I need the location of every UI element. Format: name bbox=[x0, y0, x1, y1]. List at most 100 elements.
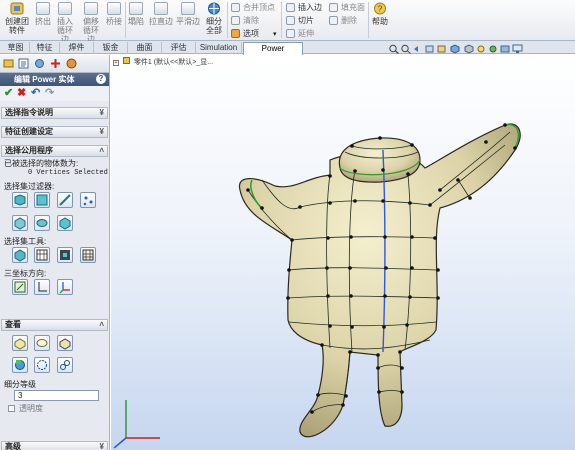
select-all-button[interactable] bbox=[80, 247, 96, 263]
select-grow-button[interactable] bbox=[12, 247, 28, 263]
extrude-button[interactable]: 挤出 bbox=[35, 2, 51, 26]
filter-label: 选择集过滤器: bbox=[4, 182, 55, 191]
transparency-checkbox[interactable] bbox=[8, 405, 15, 412]
view-mesh-b-button[interactable] bbox=[34, 357, 50, 373]
selected-count-value: 0 Vertices Selected bbox=[28, 169, 108, 177]
tab-surfaces[interactable]: 曲面 bbox=[128, 42, 162, 54]
cube-icon bbox=[14, 249, 26, 262]
previous-view-icon[interactable] bbox=[412, 44, 424, 54]
filter-face-button[interactable] bbox=[12, 192, 28, 208]
dimxpert-icon[interactable] bbox=[50, 58, 61, 69]
filter-edge-button[interactable] bbox=[57, 192, 73, 208]
help-button[interactable]: ? 帮助 bbox=[372, 2, 388, 26]
tab-sketch[interactable]: 草图 bbox=[2, 42, 30, 54]
subdiv-level-input[interactable]: 3 bbox=[14, 390, 99, 401]
panel-title-bar: 编辑 Power 实体 ? bbox=[0, 73, 109, 86]
tab-sheetmetal[interactable]: 钣金 bbox=[94, 42, 128, 54]
bridge-button[interactable]: 桥接 bbox=[106, 2, 122, 26]
filter-vertex-button[interactable] bbox=[80, 192, 96, 208]
remove-label: 删除 bbox=[341, 16, 357, 25]
undo-icon[interactable]: ↶ bbox=[31, 87, 40, 99]
section-cmd-note[interactable]: 选择指令说明 ¥ bbox=[1, 107, 108, 119]
model-view[interactable] bbox=[111, 55, 575, 450]
filter-body-button[interactable] bbox=[12, 215, 28, 231]
merge-icon bbox=[231, 3, 240, 12]
delete-button[interactable]: 清除 bbox=[231, 15, 259, 26]
face-icon bbox=[14, 194, 26, 206]
triad-axis-button[interactable] bbox=[34, 279, 50, 295]
display-manager-icon[interactable] bbox=[66, 58, 77, 69]
panel-help-icon[interactable]: ? bbox=[96, 74, 106, 84]
tab-features[interactable]: 特征 bbox=[30, 42, 60, 54]
tab-simulation[interactable]: Simulation bbox=[196, 42, 242, 54]
subdivide-icon bbox=[208, 2, 220, 15]
tab-evaluate[interactable]: 评估 bbox=[162, 42, 196, 54]
scene-icon[interactable] bbox=[500, 44, 512, 54]
display-style-icon[interactable] bbox=[462, 44, 476, 54]
loft-icon bbox=[58, 2, 72, 15]
extrude-icon bbox=[36, 2, 50, 15]
filter-ring-button[interactable] bbox=[57, 215, 73, 231]
ok-icon[interactable]: ✔ bbox=[4, 87, 13, 99]
zoom-fit-icon[interactable] bbox=[388, 44, 400, 54]
section-view[interactable]: 查看 ˄ bbox=[1, 319, 108, 331]
section-feature-settings[interactable]: 特征创建设定 ¥ bbox=[1, 126, 108, 138]
vertex-icon bbox=[83, 196, 93, 206]
select-invert-button[interactable] bbox=[57, 247, 73, 263]
collapse-button[interactable]: 塌陷 bbox=[128, 2, 144, 26]
select-tool-label: 选择集工具: bbox=[4, 237, 47, 246]
remove-button[interactable]: 删除 bbox=[329, 15, 357, 26]
view-mesh-a-button[interactable] bbox=[12, 357, 28, 373]
cut-button[interactable]: 切片 bbox=[286, 15, 314, 26]
zoom-area-icon[interactable] bbox=[400, 44, 412, 54]
straighten-label: 拉直边 bbox=[149, 17, 173, 26]
reference-triad bbox=[113, 400, 160, 449]
loft-button[interactable]: 插入循环边 bbox=[54, 2, 76, 44]
view-orientation-icon[interactable] bbox=[448, 44, 462, 54]
view-cage-button[interactable] bbox=[12, 335, 28, 351]
view-smooth-button[interactable] bbox=[34, 335, 50, 351]
monitor-icon[interactable] bbox=[512, 44, 524, 54]
bridge-icon bbox=[107, 2, 121, 15]
insert-edge-button[interactable]: 插入边 bbox=[286, 2, 322, 13]
tab-weldments[interactable]: 焊件 bbox=[60, 42, 94, 54]
extend-icon bbox=[286, 29, 295, 38]
fill-button[interactable]: 填充面 bbox=[329, 2, 365, 13]
filter-loop-button[interactable] bbox=[34, 215, 50, 231]
edit-appearance-icon[interactable] bbox=[488, 44, 500, 54]
feature-manager-icon[interactable] bbox=[3, 58, 14, 69]
offset-loop-button[interactable]: 偏移循环边 bbox=[80, 2, 102, 44]
flatten-button[interactable]: 平滑边 bbox=[176, 2, 200, 26]
create-label: 创建团 转件 bbox=[5, 17, 29, 35]
merge-vertex-label: 合并顶点 bbox=[243, 3, 275, 12]
section-advanced[interactable]: 高级 ¥ bbox=[1, 441, 108, 450]
section-select-utility[interactable]: 选择公用程序 ˄ bbox=[1, 145, 108, 157]
view-both-button[interactable] bbox=[57, 335, 73, 351]
straighten-button[interactable]: 拉直边 bbox=[149, 2, 173, 26]
redo-icon[interactable]: ↷ bbox=[45, 87, 54, 99]
selected-count-label: 已被选择的物体数为: bbox=[4, 159, 79, 168]
subdivide-all-button[interactable]: 细分全部 bbox=[203, 2, 225, 35]
select-all-icon bbox=[82, 249, 94, 261]
view-mesh-c-button[interactable] bbox=[57, 357, 73, 373]
transparency-label: 透明度 bbox=[19, 404, 43, 413]
select-shrink-button[interactable] bbox=[34, 247, 50, 263]
merge-vertex-button[interactable]: 合并顶点 bbox=[231, 2, 275, 13]
property-manager-icon[interactable] bbox=[18, 58, 29, 69]
dynamic-annotation-icon[interactable] bbox=[436, 44, 448, 54]
separator bbox=[281, 2, 282, 38]
hide-show-icon[interactable] bbox=[476, 44, 488, 54]
offset-loop-icon bbox=[84, 2, 98, 15]
tab-power-surfacing[interactable]: Power Surfacing bbox=[243, 42, 303, 64]
section-view-icon[interactable] bbox=[424, 44, 436, 54]
create-button[interactable]: 创建团 转件 bbox=[4, 2, 30, 35]
surface-icon bbox=[36, 194, 48, 206]
options-button[interactable]: 选项 ▾ bbox=[231, 28, 277, 39]
triad-view-button[interactable] bbox=[12, 279, 28, 295]
triad-xyz-button[interactable] bbox=[57, 279, 73, 295]
dropdown-arrow-icon: ▾ bbox=[273, 30, 277, 38]
filter-surface-button[interactable] bbox=[34, 192, 50, 208]
extend-button[interactable]: 延伸 bbox=[286, 28, 314, 39]
configuration-manager-icon[interactable] bbox=[34, 58, 45, 69]
cancel-icon[interactable]: ✖ bbox=[17, 87, 26, 99]
